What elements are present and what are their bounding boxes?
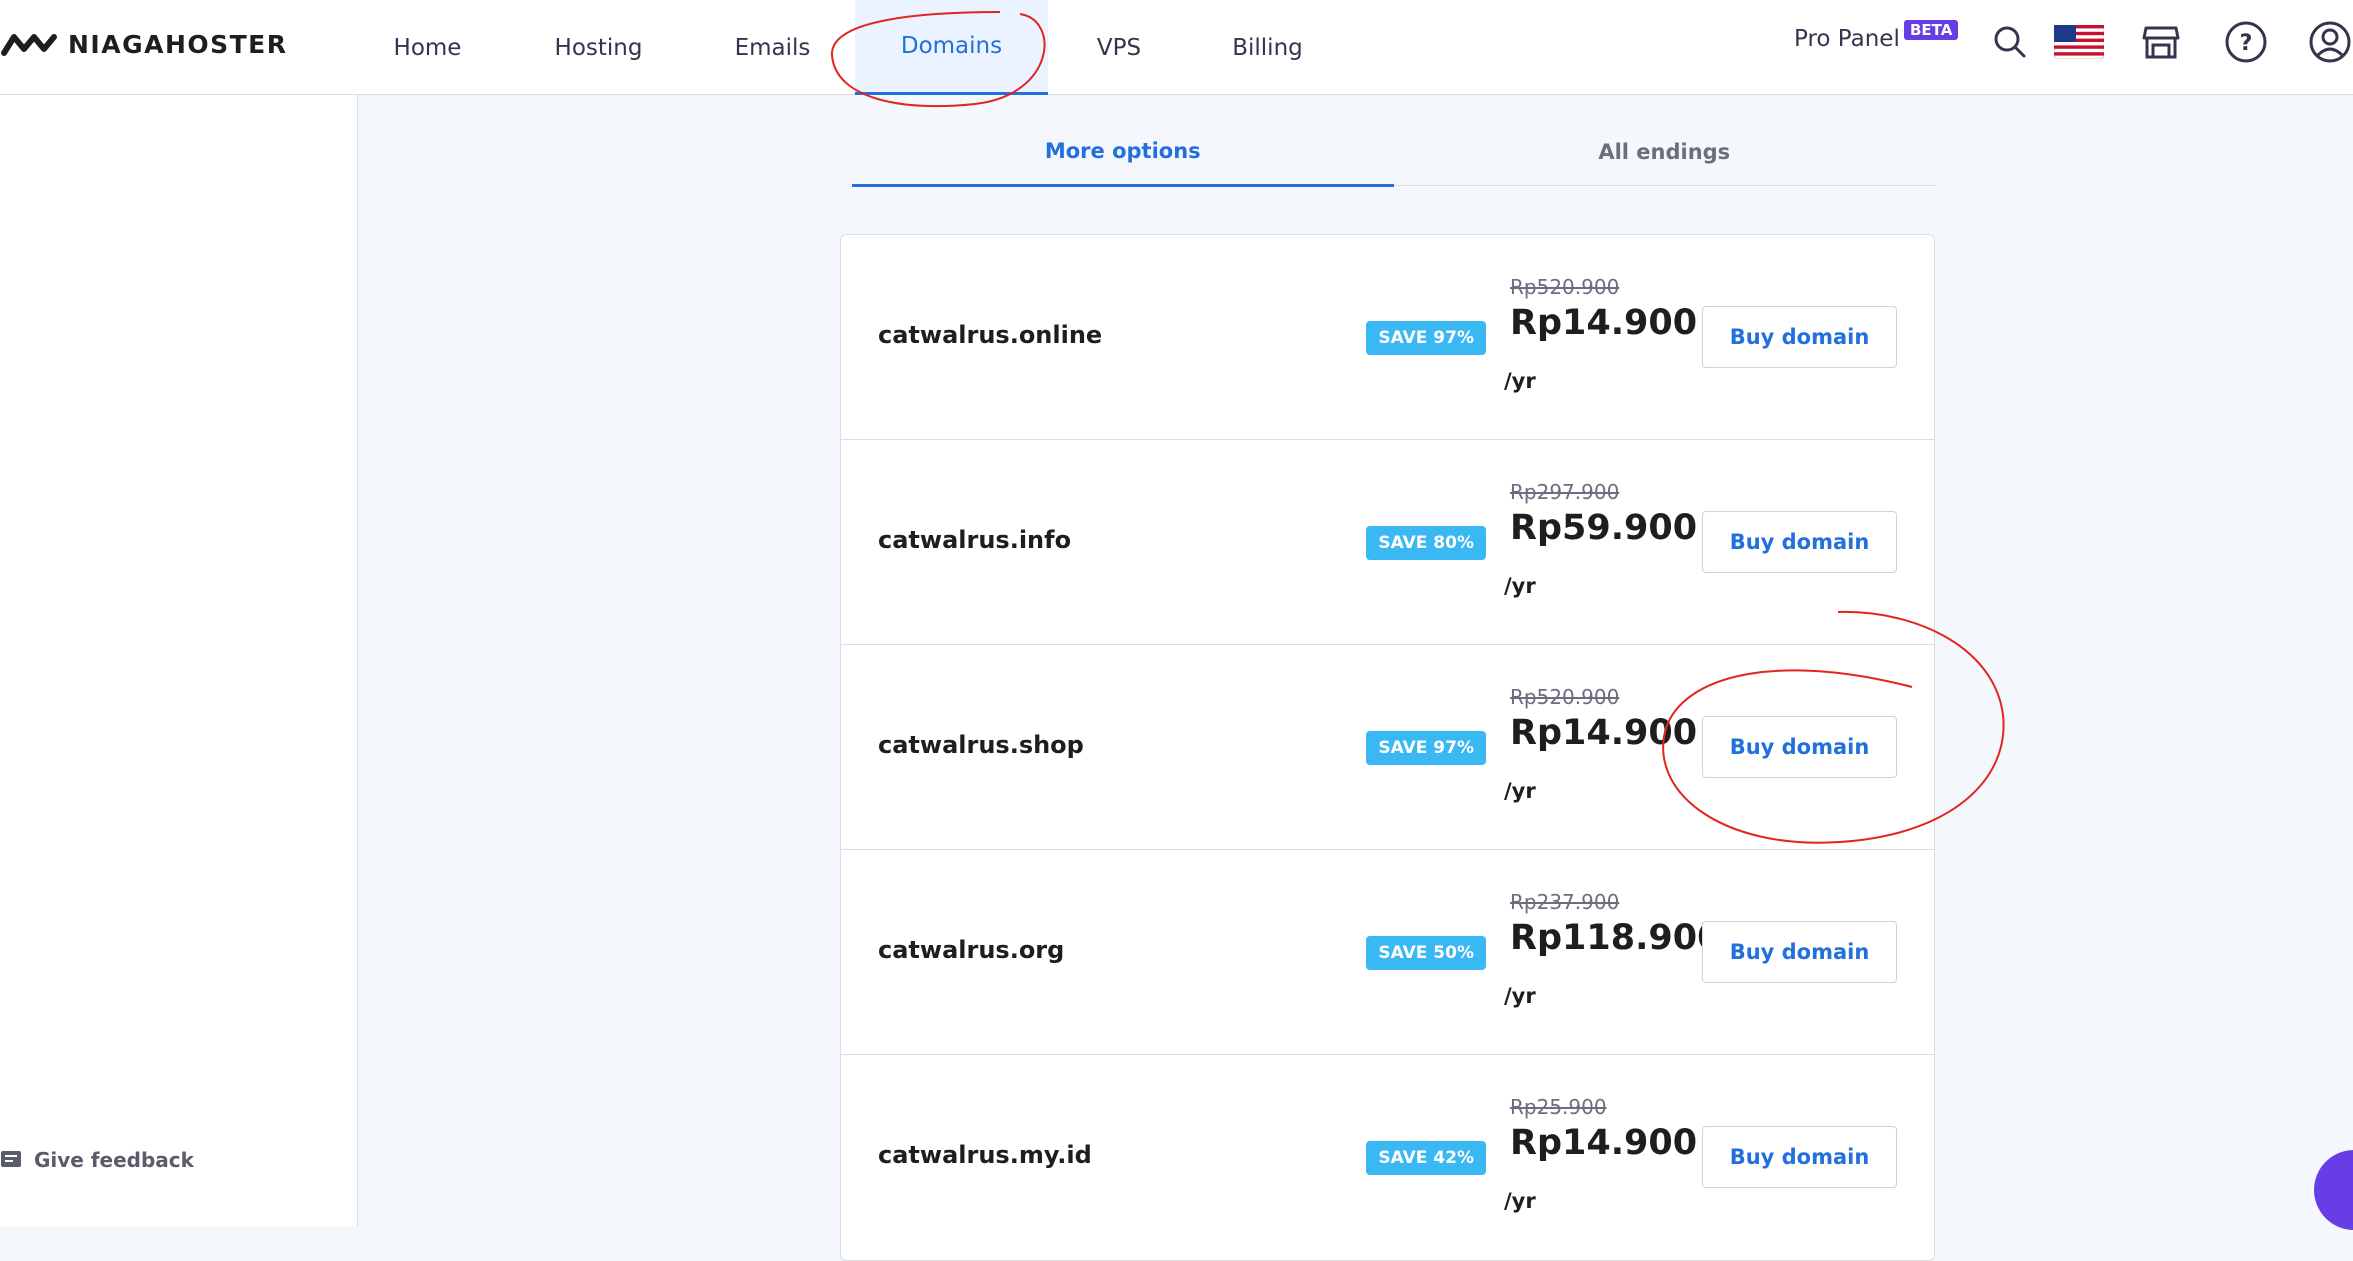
old-price: Rp520.900 [1510, 685, 1620, 709]
price-period: /yr [1504, 574, 1536, 598]
old-price: Rp237.900 [1510, 890, 1620, 914]
domain-name: catwalrus.my.id [878, 1141, 1092, 1169]
nav-billing[interactable]: Billing [1221, 0, 1314, 95]
price: Rp118.900 [1510, 918, 1722, 958]
tab-all-endings[interactable]: All endings [1394, 118, 1936, 185]
feedback-icon [1, 1151, 21, 1167]
domain-name: catwalrus.online [878, 321, 1103, 349]
chat-widget-button[interactable] [2314, 1150, 2353, 1230]
save-badge: SAVE 42% [1366, 1141, 1486, 1175]
nav-hosting[interactable]: Hosting [540, 0, 657, 95]
us-flag-icon[interactable] [2053, 20, 2105, 64]
svg-text:?: ? [2240, 31, 2253, 56]
price-period: /yr [1504, 779, 1536, 803]
domain-name: catwalrus.info [878, 526, 1072, 554]
top-nav: NIAGAHOSTER Home Hosting Emails Domains … [0, 0, 2353, 95]
buy-domain-button[interactable]: Buy domain [1702, 716, 1897, 778]
domain-list: catwalrus.online SAVE 97% Rp520.900 Rp14… [840, 234, 1935, 1261]
price-period: /yr [1504, 984, 1536, 1008]
price: Rp14.900 [1510, 303, 1698, 343]
old-price: Rp25.900 [1510, 1095, 1607, 1119]
pro-panel-link[interactable]: Pro Panel [1794, 26, 1900, 52]
domain-name: catwalrus.shop [878, 731, 1084, 759]
domain-tabs: More options All endings [852, 118, 1936, 187]
nav-home[interactable]: Home [375, 0, 480, 95]
buy-domain-button[interactable]: Buy domain [1702, 921, 1897, 983]
old-price: Rp297.900 [1510, 480, 1620, 504]
niagahoster-logo-icon [1, 34, 57, 56]
nav-vps[interactable]: VPS [1073, 0, 1165, 95]
nav-domains[interactable]: Domains [855, 0, 1048, 95]
save-badge: SAVE 97% [1366, 321, 1486, 355]
price: Rp14.900 [1510, 713, 1698, 753]
sidebar [0, 95, 358, 1227]
save-badge: SAVE 97% [1366, 731, 1486, 765]
buy-domain-button[interactable]: Buy domain [1702, 306, 1897, 368]
brand-name: NIAGAHOSTER [68, 29, 288, 59]
account-icon[interactable] [2308, 20, 2352, 64]
price: Rp59.900 [1510, 508, 1698, 548]
price-period: /yr [1504, 369, 1536, 393]
save-badge: SAVE 80% [1366, 526, 1486, 560]
domain-row: catwalrus.info SAVE 80% Rp297.900 Rp59.9… [841, 440, 1934, 645]
help-icon[interactable]: ? [2224, 20, 2268, 64]
save-badge: SAVE 50% [1366, 936, 1486, 970]
domain-row: catwalrus.online SAVE 97% Rp520.900 Rp14… [841, 235, 1934, 440]
logo[interactable]: NIAGAHOSTER [0, 24, 288, 64]
store-icon[interactable] [2139, 20, 2183, 64]
buy-domain-button[interactable]: Buy domain [1702, 511, 1897, 573]
price: Rp14.900 [1510, 1123, 1698, 1163]
search-icon[interactable] [1988, 20, 2032, 64]
domain-row: catwalrus.shop SAVE 97% Rp520.900 Rp14.9… [841, 645, 1934, 850]
give-feedback-label: Give feedback [34, 1148, 194, 1172]
domain-row: catwalrus.org SAVE 50% Rp237.900 Rp118.9… [841, 850, 1934, 1055]
nav-emails[interactable]: Emails [718, 0, 827, 95]
old-price: Rp520.900 [1510, 275, 1620, 299]
tab-more-options[interactable]: More options [852, 118, 1394, 187]
give-feedback-link[interactable]: Give feedback [0, 1148, 194, 1172]
price-period: /yr [1504, 1189, 1536, 1213]
buy-domain-button[interactable]: Buy domain [1702, 1126, 1897, 1188]
domain-row: catwalrus.my.id SAVE 42% Rp25.900 Rp14.9… [841, 1055, 1934, 1260]
beta-badge: BETA [1904, 20, 1959, 40]
domain-name: catwalrus.org [878, 936, 1065, 964]
